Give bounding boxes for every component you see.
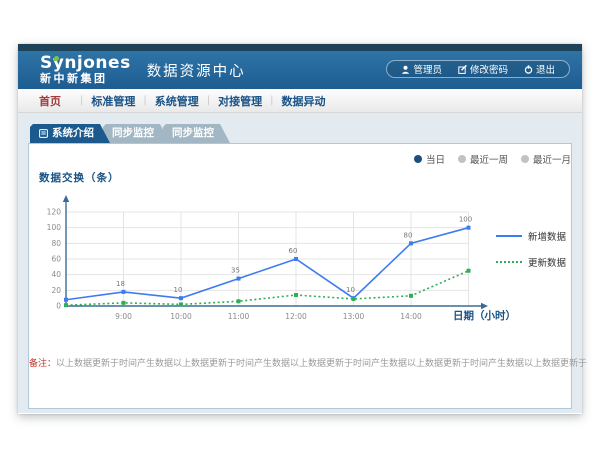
time-range-filter: 当日 最近一周 最近一月 [414,152,571,166]
svg-text:60: 60 [289,247,298,255]
footnote-text: 以上数据更新于时间产生数据以上数据更新于时间产生数据以上数据更新于时间产生数据以… [56,359,587,369]
footnote: 备注：以上数据更新于时间产生数据以上数据更新于时间产生数据以上数据更新于时间产生… [29,356,571,369]
user-menu-item-1[interactable]: 修改密码 [450,62,516,76]
tab-2[interactable]: 同步监控 [163,124,230,143]
brand-logo: Synjones 新中新集团 [40,55,131,84]
radio-icon [414,155,422,163]
tab-0[interactable]: 系统介绍 [30,124,110,143]
tab-label: 同步监控 [112,124,154,143]
svg-text:9:00: 9:00 [115,312,132,321]
svg-text:100: 100 [47,223,62,232]
chart-panel: 当日 最近一周 最近一月 数据交换（条） 0 20 40 60 80 100 120 9:00 10… [28,143,572,409]
screenshot-stage: Synjones 新中新集团 数据资源中心 管理员 修改密码 退出 首页|标准管理|… [0,0,600,450]
app-header: Synjones 新中新集团 数据资源中心 管理员 修改密码 退出 [18,51,582,89]
svg-text:100: 100 [459,216,472,224]
svg-text:60: 60 [51,255,61,264]
user-menu-item-2[interactable]: 退出 [516,62,563,76]
content-area: 系统介绍同步监控同步监控 当日最近一周最近一月 数据交换（条） 02040608… [18,113,582,413]
legend-line-sample [496,235,522,237]
range-option-1[interactable]: 最近一周 [458,152,508,166]
legend-item-0[interactable]: 新增数据 [496,229,566,243]
range-option-label: 最近一周 [470,152,508,166]
page-title: 数据资源中心 [147,60,246,81]
y-axis-title: 数据交换（条） [39,170,120,185]
legend-item-1[interactable]: 更新数据 [496,255,566,269]
legend-line-sample [496,261,522,263]
svg-text:20: 20 [51,286,61,295]
nav-item-1[interactable]: 标准管理 [83,93,143,109]
top-dark-strip [18,44,582,51]
line-chart: 0 20 40 60 80 100 120 9:00 10:00 11:00 12:00 13:00 1… [36,187,496,337]
main-nav: 首页|标准管理|系统管理|对接管理|数据异动 [18,89,582,113]
user-menu-label: 退出 [536,62,555,76]
legend-label: 更新数据 [528,255,566,269]
svg-text:120: 120 [47,208,62,217]
radio-icon [458,155,466,163]
x-axis-title: 日期（小时） [453,308,516,323]
user-menu-item-0[interactable]: 管理员 [393,62,450,76]
user-menu: 管理员 修改密码 退出 [386,60,570,78]
tab-label: 系统介绍 [52,124,94,143]
svg-text:11:00: 11:00 [228,312,250,321]
form-icon [39,129,48,138]
svg-text:40: 40 [51,270,61,279]
svg-text:12:00: 12:00 [285,312,307,321]
logout-icon [524,65,533,74]
svg-text:10:00: 10:00 [170,312,192,321]
nav-item-0[interactable]: 首页 [20,93,80,109]
edit-icon [458,65,467,74]
app-window: Synjones 新中新集团 数据资源中心 管理员 修改密码 退出 首页|标准管理|… [18,44,582,414]
legend-label: 新增数据 [528,229,566,243]
nav-item-3[interactable]: 对接管理 [210,93,270,109]
radio-icon [521,155,529,163]
svg-text:80: 80 [404,231,413,239]
range-option-2[interactable]: 最近一月 [521,152,571,166]
tab-1[interactable]: 同步监控 [103,124,170,143]
nav-item-2[interactable]: 系统管理 [147,93,207,109]
svg-text:35: 35 [231,267,240,275]
chart-legend: 新增数据更新数据 [496,229,566,269]
range-option-label: 当日 [426,152,445,166]
svg-text:18: 18 [116,280,125,288]
user-icon [401,65,410,74]
footnote-prefix: 备注： [29,359,56,369]
svg-text:13:00: 13:00 [343,312,365,321]
svg-text:10: 10 [346,286,355,294]
user-menu-label: 修改密码 [470,62,508,76]
range-option-0[interactable]: 当日 [414,152,445,166]
tab-label: 同步监控 [172,124,214,143]
svg-text:80: 80 [51,239,61,248]
tab-bar: 系统介绍同步监控同步监控 [30,124,223,143]
nav-item-4[interactable]: 数据异动 [274,93,334,109]
user-menu-label: 管理员 [413,62,442,76]
brand-logo-cn: 新中新集团 [40,73,131,85]
range-option-label: 最近一月 [533,152,571,166]
svg-text:10: 10 [174,286,183,294]
svg-text:0: 0 [56,302,61,311]
svg-text:14:00: 14:00 [400,312,422,321]
